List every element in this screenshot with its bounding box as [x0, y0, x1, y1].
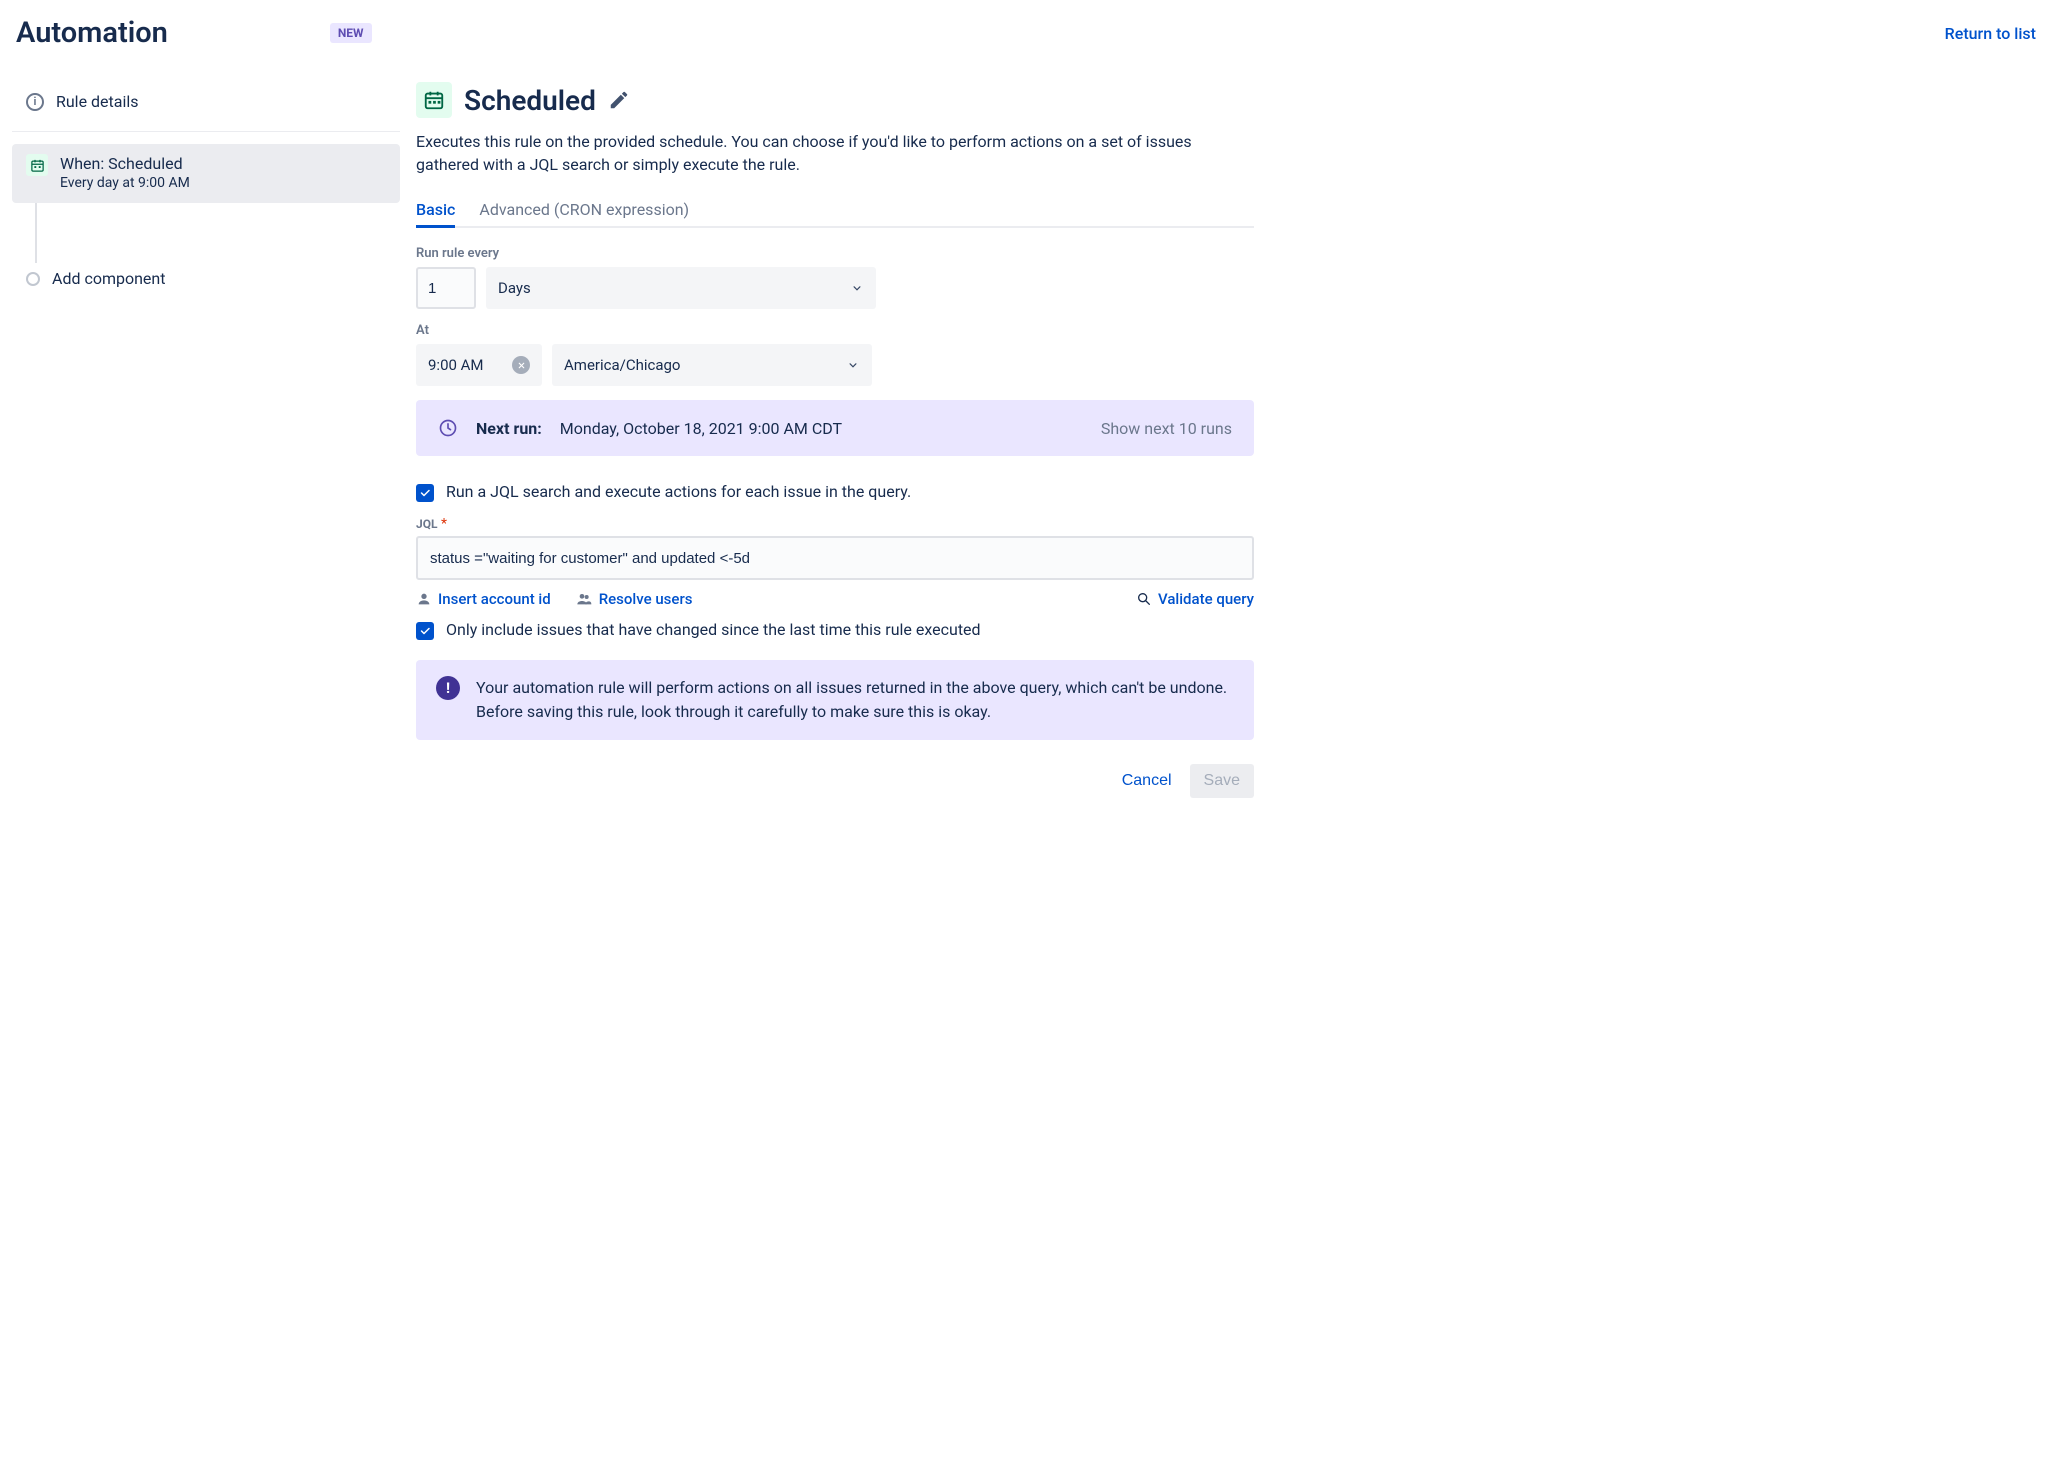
- page-header: Automation NEW Return to list: [0, 0, 2052, 66]
- divider: [12, 131, 400, 132]
- clear-icon[interactable]: [512, 356, 530, 374]
- jql-search-checkbox[interactable]: [416, 484, 434, 502]
- cancel-button[interactable]: Cancel: [1110, 764, 1184, 798]
- sidebar: i Rule details When: Scheduled Every day…: [0, 66, 400, 822]
- show-next-runs-link[interactable]: Show next 10 runs: [1101, 419, 1232, 438]
- component-title: Scheduled: [464, 84, 596, 117]
- jql-input[interactable]: [416, 536, 1254, 580]
- timezone-value: America/Chicago: [564, 356, 680, 374]
- add-component-button[interactable]: Add component: [12, 263, 400, 294]
- next-run-banner: Next run: Monday, October 18, 2021 9:00 …: [416, 400, 1254, 456]
- validate-query-link[interactable]: Validate query: [1136, 590, 1254, 608]
- interval-unit-value: Days: [498, 279, 531, 297]
- chevron-down-icon: [846, 358, 860, 372]
- required-indicator: *: [441, 516, 447, 532]
- jql-search-label: Run a JQL search and execute actions for…: [446, 482, 911, 501]
- warning-banner: ! Your automation rule will perform acti…: [416, 660, 1254, 740]
- only-changed-label: Only include issues that have changed si…: [446, 620, 981, 639]
- tab-advanced[interactable]: Advanced (CRON expression): [479, 194, 689, 226]
- rule-details-item[interactable]: i Rule details: [12, 82, 400, 121]
- info-icon: i: [26, 93, 44, 111]
- warning-text: Your automation rule will perform action…: [476, 676, 1234, 724]
- scheduled-trigger-card[interactable]: When: Scheduled Every day at 9:00 AM: [12, 144, 400, 203]
- calendar-icon: [416, 82, 452, 118]
- time-select[interactable]: 9:00 AM: [416, 344, 542, 386]
- resolve-users-label: Resolve users: [599, 590, 693, 608]
- save-button: Save: [1190, 764, 1254, 798]
- page-title: Automation: [16, 16, 168, 50]
- at-label: At: [416, 323, 1254, 338]
- search-icon: [1136, 591, 1152, 607]
- insert-account-label: Insert account id: [438, 590, 551, 608]
- validate-query-label: Validate query: [1158, 590, 1254, 608]
- plus-circle-icon: [26, 272, 40, 286]
- calendar-icon: [26, 154, 48, 176]
- insert-account-id-link[interactable]: Insert account id: [416, 590, 551, 608]
- jql-field-label: JQL: [416, 517, 437, 531]
- new-badge: NEW: [330, 23, 372, 43]
- warning-icon: !: [436, 676, 460, 700]
- rule-details-label: Rule details: [56, 92, 139, 111]
- add-component-label: Add component: [52, 269, 165, 288]
- clock-icon: [438, 418, 458, 438]
- run-every-label: Run rule every: [416, 246, 1254, 261]
- edit-icon[interactable]: [608, 89, 630, 111]
- main-panel: Scheduled Executes this rule on the prov…: [400, 66, 1270, 822]
- next-run-label: Next run:: [476, 419, 542, 438]
- component-description: Executes this rule on the provided sched…: [416, 130, 1254, 176]
- timezone-select[interactable]: America/Chicago: [552, 344, 872, 386]
- next-run-value: Monday, October 18, 2021 9:00 AM CDT: [560, 419, 842, 438]
- timeline-connector: [35, 203, 37, 263]
- users-icon: [575, 591, 593, 607]
- interval-unit-select[interactable]: Days: [486, 267, 876, 309]
- return-to-list-link[interactable]: Return to list: [1945, 24, 2036, 43]
- trigger-subtitle: Every day at 9:00 AM: [60, 175, 190, 191]
- tab-basic[interactable]: Basic: [416, 194, 455, 228]
- interval-input[interactable]: [416, 267, 476, 309]
- resolve-users-link[interactable]: Resolve users: [575, 590, 693, 608]
- tabs: Basic Advanced (CRON expression): [416, 194, 1254, 228]
- trigger-title: When: Scheduled: [60, 154, 190, 173]
- chevron-down-icon: [850, 281, 864, 295]
- time-value: 9:00 AM: [428, 356, 484, 374]
- user-icon: [416, 591, 432, 607]
- only-changed-checkbox[interactable]: [416, 622, 434, 640]
